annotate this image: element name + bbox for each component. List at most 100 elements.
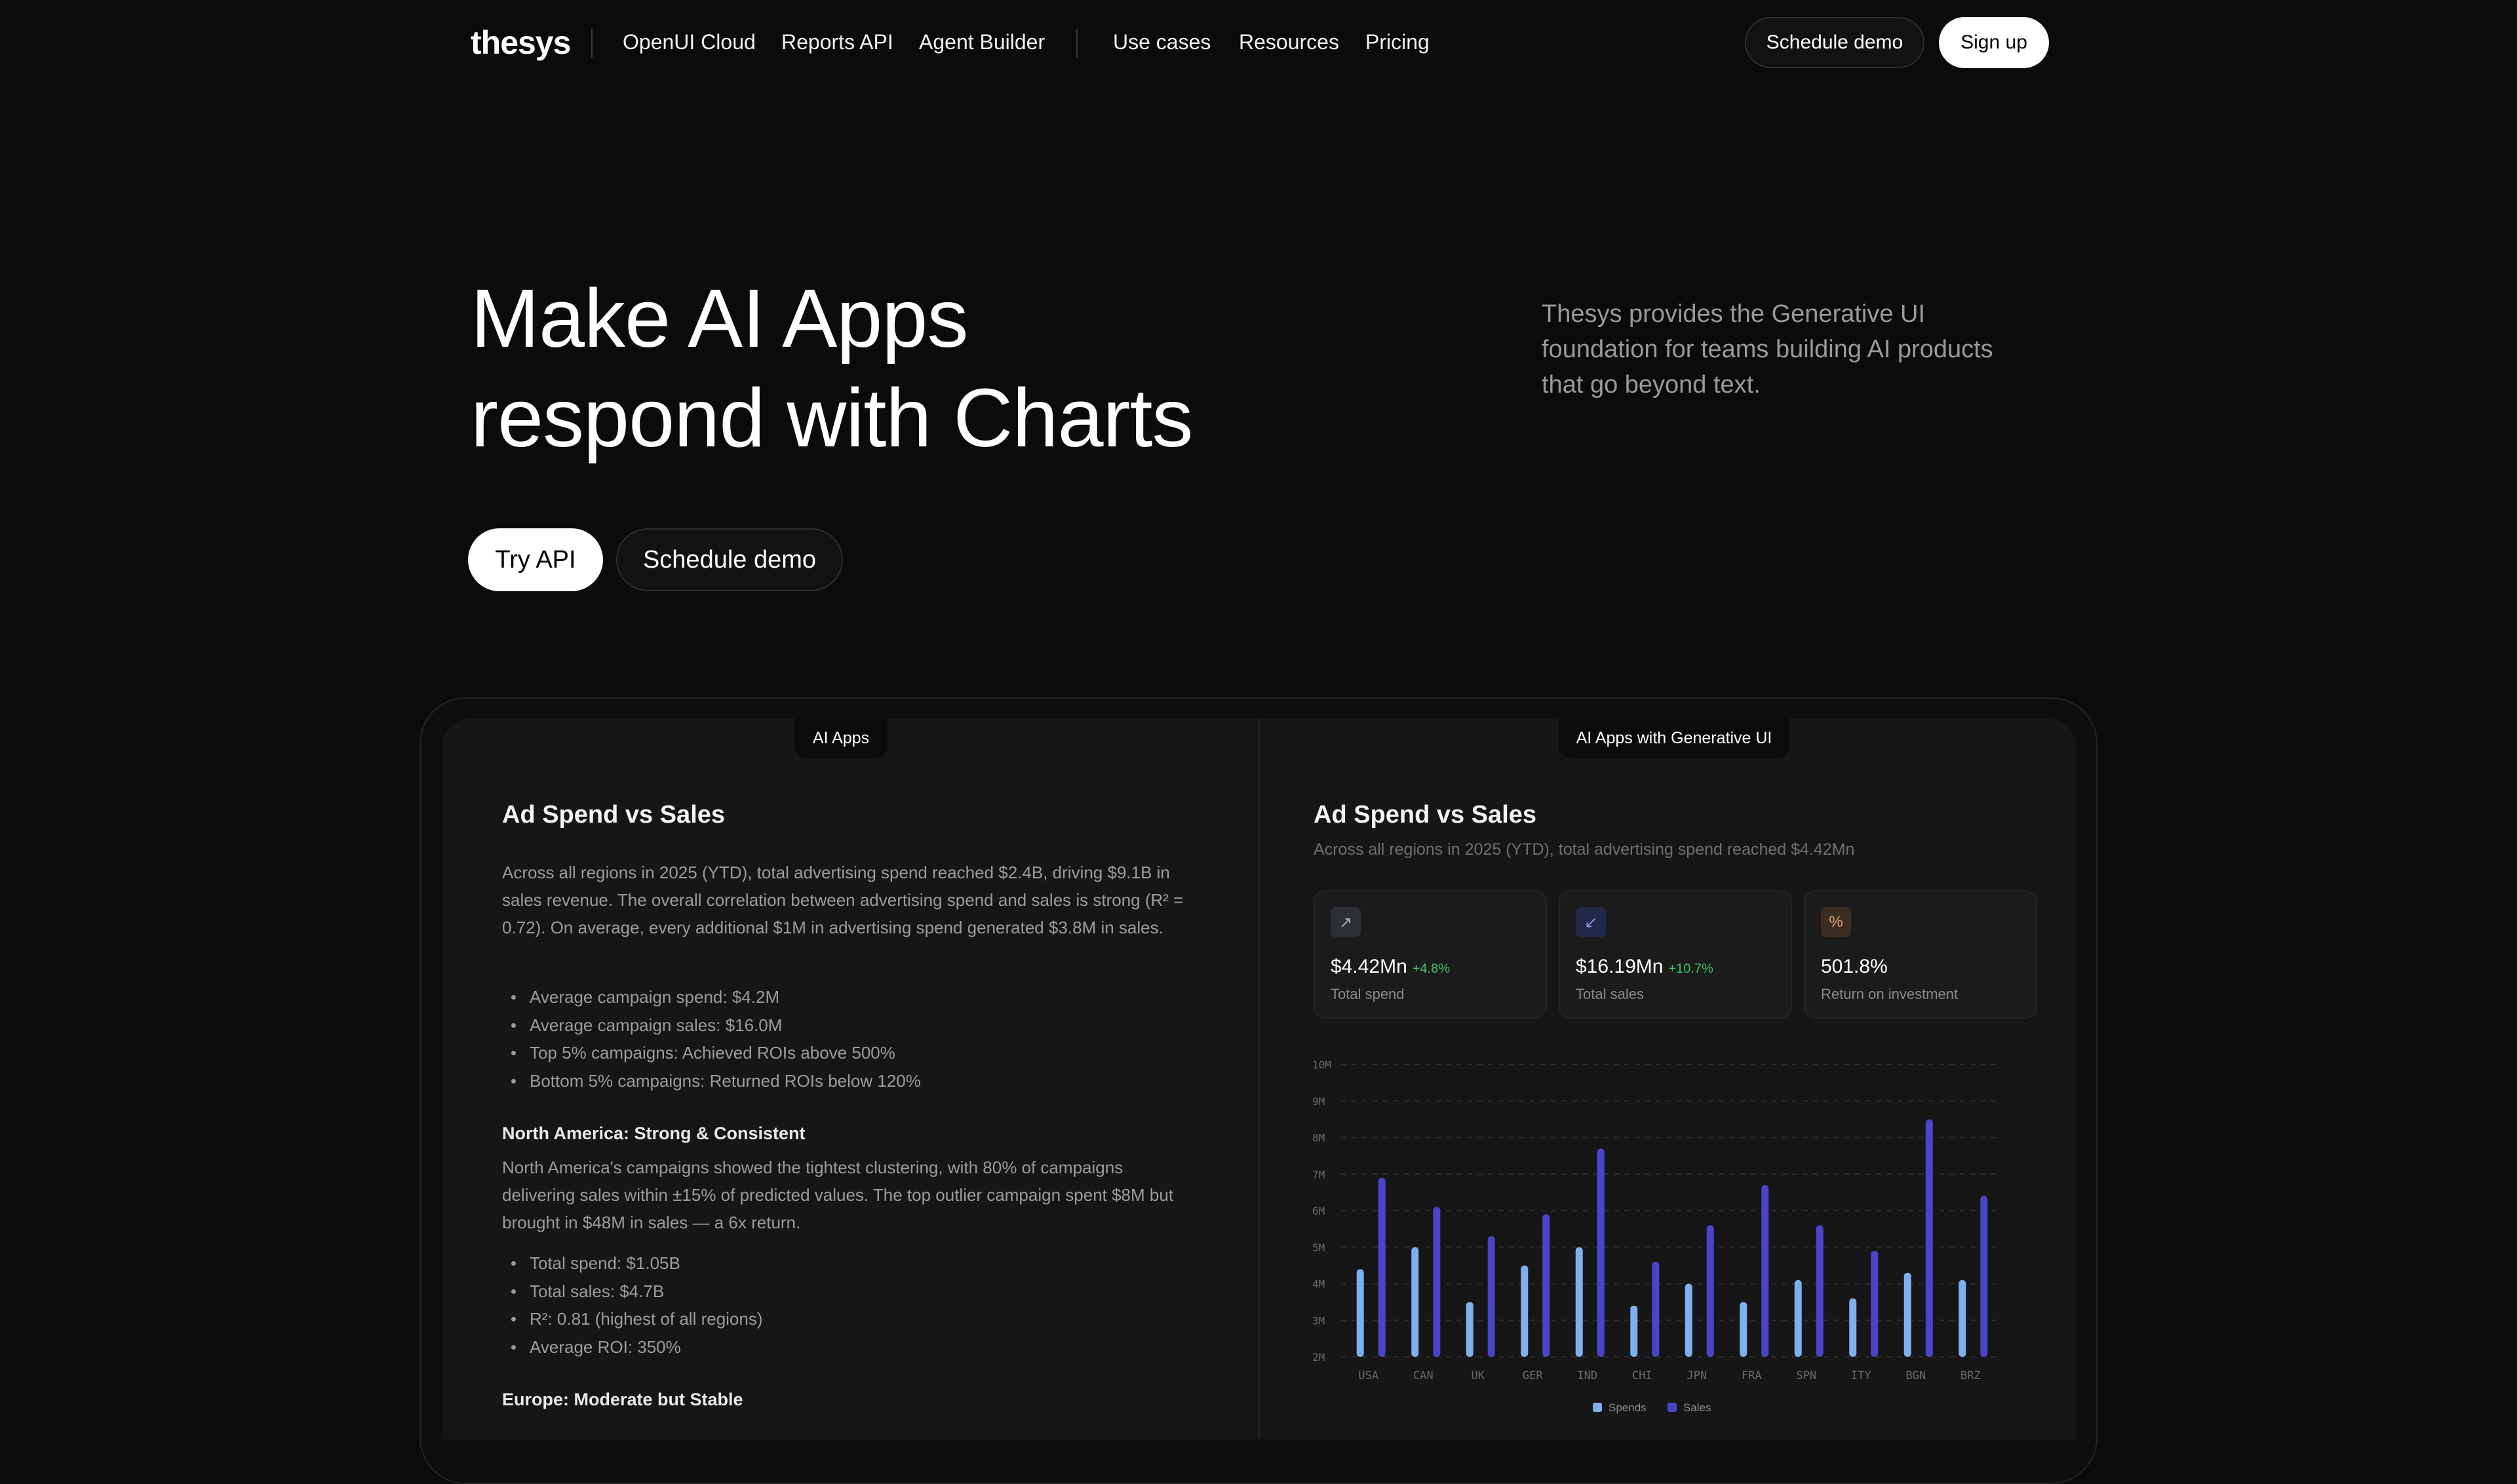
bar-sales	[1652, 1262, 1660, 1357]
bar-spends	[1411, 1247, 1419, 1357]
nav-schedule-demo-button[interactable]: Schedule demo	[1745, 17, 1924, 68]
x-tick-label: UK	[1472, 1369, 1485, 1382]
bar-sales	[1378, 1177, 1386, 1357]
y-tick-label: 4M	[1312, 1278, 1325, 1291]
right-panel-subtitle: Across all regions in 2025 (YTD), total …	[1314, 840, 1855, 859]
metric-amount: 501.8%	[1821, 956, 1888, 977]
bar-spends	[1521, 1265, 1529, 1357]
nav-divider	[591, 29, 593, 58]
nav-link-pricing[interactable]: Pricing	[1365, 30, 1430, 54]
legend-label-spends: Spends	[1609, 1401, 1647, 1414]
metric-label: Total sales	[1576, 986, 1644, 1002]
x-tick-label: IND	[1577, 1369, 1597, 1382]
top-nav: thesys OpenUI Cloud Reports API Agent Bu…	[0, 0, 2517, 87]
x-tick-label: FRA	[1742, 1369, 1762, 1382]
left-summary-list: Average campaign spend: $4.2M Average ca…	[502, 983, 921, 1095]
hero-title-line-1: Make AI Apps	[471, 272, 968, 364]
percent-icon: %	[1821, 907, 1851, 937]
thesys-logo[interactable]: thesys	[471, 24, 571, 62]
right-panel-title: Ad Spend vs Sales	[1314, 801, 1537, 829]
metric-label: Total spend	[1331, 986, 1405, 1002]
x-tick-label: GER	[1523, 1369, 1543, 1382]
y-tick-label: 3M	[1312, 1314, 1325, 1327]
metric-card-roi: % 501.8% Return on investment	[1804, 890, 2037, 1019]
north-america-list: Total spend: $1.05B Total sales: $4.7B R…	[502, 1249, 763, 1361]
bar-sales	[1597, 1148, 1605, 1357]
tab-ai-apps-generative-ui[interactable]: AI Apps with Generative UI	[1559, 718, 1789, 758]
arrow-down-left-icon: ↙	[1576, 907, 1606, 937]
list-item: Average campaign sales: $16.0M	[502, 1011, 921, 1040]
nav-link-agent-builder[interactable]: Agent Builder	[919, 30, 1045, 54]
legend-swatch-sales	[1668, 1403, 1677, 1412]
ad-spend-vs-sales-bar-chart: 2M 3M 4M 5M 6M 7M 8M 9M 10M USA CAN UK GER IND CHI JPN F…	[1312, 1059, 1998, 1414]
bar-sales	[1980, 1196, 1988, 1357]
nav-sign-up-button[interactable]: Sign up	[1939, 17, 2049, 68]
metric-card-total-sales: ↙ $16.19Mn +10.7% Total sales	[1559, 890, 1792, 1019]
hero-title-line-2: respond with Charts	[471, 372, 1194, 464]
metric-card-total-spend: ↗ $4.42Mn +4.8% Total spend	[1314, 890, 1547, 1019]
north-america-heading: North America: Strong & Consistent	[502, 1123, 806, 1143]
north-america-paragraph: North America's campaigns showed the tig…	[502, 1158, 1174, 1232]
x-tick-label: BGN	[1905, 1369, 1926, 1382]
left-intro-paragraph: Across all regions in 2025 (YTD), total …	[502, 863, 1184, 937]
bar-sales	[1761, 1184, 1769, 1357]
x-tick-label: CHI	[1632, 1369, 1652, 1382]
list-item: R²: 0.81 (highest of all regions)	[502, 1305, 763, 1333]
y-tick-label: 7M	[1312, 1168, 1325, 1181]
panel-divider	[1258, 718, 1260, 1439]
bar-spends	[1575, 1247, 1583, 1357]
left-panel-title: Ad Spend vs Sales	[502, 801, 726, 829]
legend-swatch-spends	[1593, 1403, 1602, 1412]
bar-spends	[1740, 1302, 1747, 1357]
bar-spends	[1685, 1283, 1692, 1357]
bar-sales	[1925, 1119, 1933, 1357]
list-item: Average campaign spend: $4.2M	[502, 983, 921, 1011]
arrow-up-right-icon: ↗	[1331, 907, 1361, 937]
bar-sales	[1542, 1214, 1550, 1357]
bar-spends	[1630, 1305, 1638, 1357]
metric-value: $4.42Mn +4.8%	[1331, 956, 1450, 978]
x-tick-label: JPN	[1687, 1369, 1707, 1382]
bar-sales	[1871, 1251, 1879, 1357]
nav-link-openui-cloud[interactable]: OpenUI Cloud	[623, 30, 756, 54]
y-tick-label: 2M	[1312, 1351, 1325, 1363]
bar-sales	[1706, 1225, 1714, 1357]
tab-ai-apps[interactable]: AI Apps	[794, 718, 888, 758]
x-tick-label: SPN	[1796, 1369, 1816, 1382]
x-tick-label: ITY	[1851, 1369, 1871, 1382]
y-tick-label: 6M	[1312, 1205, 1325, 1217]
bar-spends	[1959, 1279, 1966, 1357]
list-item: Total spend: $1.05B	[502, 1249, 763, 1278]
metric-value: $16.19Mn +10.7%	[1576, 956, 1713, 978]
bar-spends	[1794, 1279, 1802, 1357]
legend-label-sales: Sales	[1683, 1401, 1711, 1414]
try-api-button[interactable]: Try API	[468, 528, 603, 591]
hero-subtitle: Thesys provides the Generative UI founda…	[1542, 300, 1993, 399]
y-tick-label: 10M	[1312, 1059, 1331, 1071]
y-tick-label: 8M	[1312, 1132, 1325, 1144]
nav-link-use-cases[interactable]: Use cases	[1113, 30, 1211, 54]
bar-sales	[1487, 1236, 1495, 1357]
list-item: Total sales: $4.7B	[502, 1278, 763, 1306]
bar-spends	[1903, 1272, 1911, 1357]
y-tick-label: 9M	[1312, 1095, 1325, 1108]
x-tick-label: CAN	[1413, 1369, 1434, 1382]
bar-sales	[1433, 1207, 1441, 1357]
nav-divider	[1076, 29, 1078, 58]
x-tick-label: BRZ	[1961, 1369, 1981, 1382]
bar-sales	[1816, 1225, 1824, 1357]
bar-spends	[1849, 1298, 1857, 1357]
bar-spends	[1356, 1269, 1364, 1357]
hero-schedule-demo-button[interactable]: Schedule demo	[616, 528, 843, 591]
metric-delta: +10.7%	[1668, 962, 1713, 976]
list-item: Top 5% campaigns: Achieved ROIs above 50…	[502, 1039, 921, 1067]
metric-amount: $16.19Mn	[1576, 956, 1664, 977]
europe-heading: Europe: Moderate but Stable	[502, 1390, 743, 1409]
metric-label: Return on investment	[1821, 986, 1959, 1002]
bar-spends	[1466, 1302, 1473, 1357]
hero-title: Make AI Apps respond with Charts	[471, 269, 1194, 468]
metric-delta: +4.8%	[1412, 962, 1451, 976]
nav-link-reports-api[interactable]: Reports API	[781, 30, 893, 54]
list-item: Average ROI: 350%	[502, 1333, 763, 1361]
nav-link-resources[interactable]: Resources	[1239, 30, 1339, 54]
